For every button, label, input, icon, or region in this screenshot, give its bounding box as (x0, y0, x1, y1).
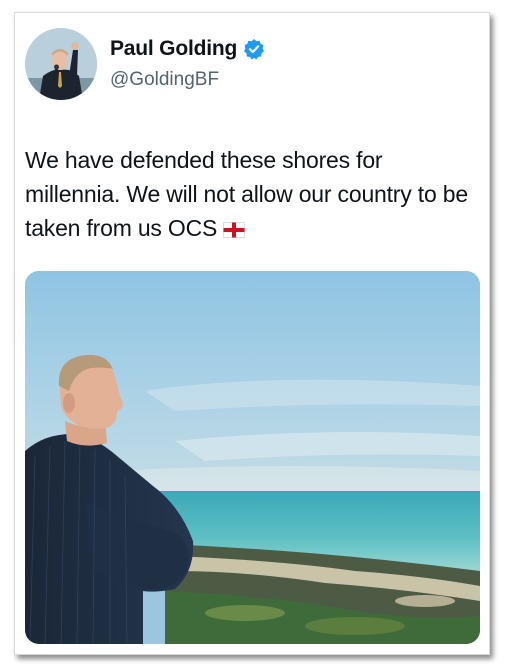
display-name[interactable]: Paul Golding (110, 37, 237, 61)
avatar-image (25, 28, 97, 100)
coastline-photo (25, 271, 480, 644)
verified-badge-icon (243, 38, 265, 60)
author-row: Paul Golding (110, 37, 265, 61)
england-flag-icon (223, 213, 246, 238)
tweet-text: We have defended these shores for millen… (25, 143, 475, 245)
user-handle[interactable]: @GoldingBF (110, 69, 219, 91)
tweet-body: We have defended these shores for millen… (25, 147, 468, 241)
avatar[interactable] (25, 28, 97, 100)
tweet-photo[interactable] (25, 271, 480, 644)
tweet-card: Paul Golding @GoldingBF We have defended… (14, 12, 490, 655)
